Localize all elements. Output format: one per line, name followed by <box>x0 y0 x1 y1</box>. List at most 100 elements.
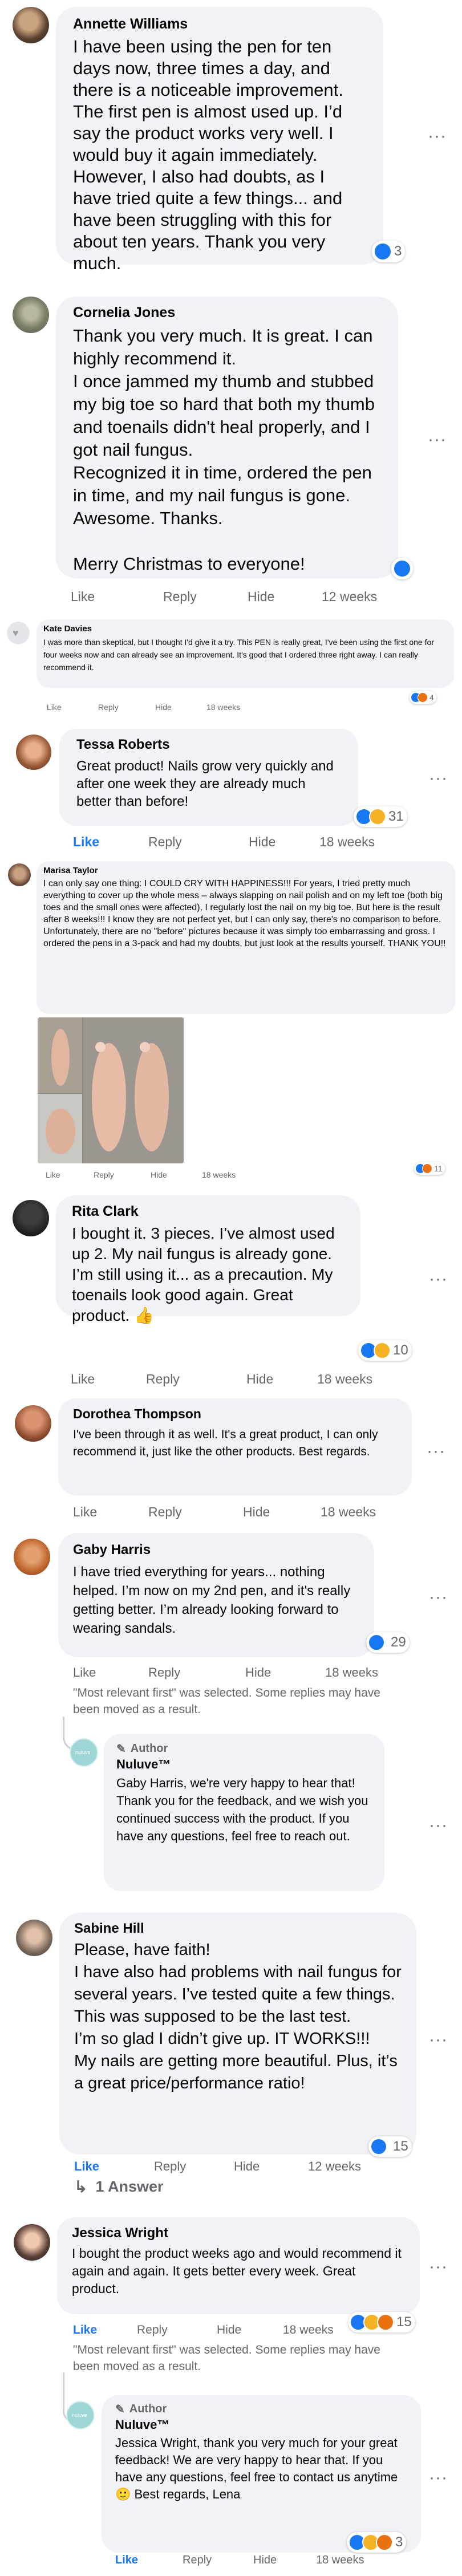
attached-photo[interactable] <box>38 1017 184 1163</box>
comment-timestamp[interactable]: 18 weeks <box>202 1170 236 1179</box>
comment-timestamp[interactable]: 18 weeks <box>316 2554 364 2567</box>
avatar[interactable] <box>15 1405 51 1442</box>
more-options-icon[interactable]: ··· <box>429 2469 448 2486</box>
avatar[interactable] <box>16 1920 52 1956</box>
view-answers-link[interactable]: ↳ 1 Answer <box>74 2177 164 2196</box>
more-options-icon[interactable]: ··· <box>429 770 448 787</box>
more-options-icon[interactable]: ··· <box>429 1271 448 1288</box>
comment-author[interactable]: Cornelia Jones <box>73 305 381 321</box>
reply-button[interactable]: Reply <box>154 2159 234 2174</box>
comment-actions: Like Reply Hide 18 weeks <box>47 703 240 712</box>
reply-button[interactable]: Reply <box>137 2323 217 2337</box>
hide-button[interactable]: Hide <box>245 1665 325 1680</box>
reply-button[interactable]: Reply <box>148 1665 245 1680</box>
hide-button[interactable]: Hide <box>243 1504 321 1520</box>
comment-bubble: Cornelia Jones Thank you very much. It i… <box>56 297 398 578</box>
reaction-summary[interactable]: 10 <box>358 1340 412 1361</box>
hide-button[interactable]: Hide <box>234 2159 308 2174</box>
avatar[interactable] <box>14 1539 50 1575</box>
comment-author[interactable]: Tessa Roberts <box>76 737 341 753</box>
hide-button[interactable]: Hide <box>253 2554 316 2567</box>
reaction-summary[interactable]: 3 <box>347 2532 407 2553</box>
comment-author[interactable]: Kate Davies <box>43 624 447 634</box>
avatar[interactable] <box>13 297 49 333</box>
nuluve-logo-avatar[interactable]: nuluve <box>70 1738 98 1767</box>
reply-button[interactable]: Reply <box>94 1170 151 1179</box>
comment-author[interactable]: Nuluve™ <box>116 1757 372 1772</box>
comment-timestamp[interactable]: 18 weeks <box>325 1665 378 1680</box>
hide-button[interactable]: Hide <box>151 1170 202 1179</box>
like-reaction-icon <box>393 559 411 578</box>
reply-button[interactable]: Reply <box>148 1504 243 1520</box>
comment-text: Please, have faith! I have also had prob… <box>74 1941 402 2092</box>
reaction-summary[interactable]: 31 <box>354 806 407 827</box>
like-button[interactable]: Like <box>73 1504 148 1520</box>
like-button[interactable]: Like <box>73 834 148 850</box>
comment-bubble: Gaby Harris I have tried everything for … <box>58 1533 374 1657</box>
pen-icon: ✎ <box>115 2403 125 2416</box>
more-options-icon[interactable]: ··· <box>428 431 447 448</box>
like-button[interactable]: Like <box>71 1372 146 1387</box>
like-button[interactable]: Like <box>71 589 163 605</box>
like-button[interactable]: Like <box>47 703 98 712</box>
hide-button[interactable]: Hide <box>155 703 206 712</box>
reaction-summary[interactable] <box>391 558 413 579</box>
comment-timestamp[interactable]: 12 weeks <box>322 589 377 605</box>
reaction-summary[interactable]: 15 <box>348 2312 415 2332</box>
comment-author[interactable]: Dorothea Thompson <box>73 1406 397 1422</box>
like-button[interactable]: Like <box>115 2554 183 2567</box>
reply-button[interactable]: Reply <box>98 703 155 712</box>
reaction-summary[interactable]: 4 <box>410 691 436 704</box>
avatar[interactable]: ♥ <box>7 622 30 644</box>
nuluve-logo-avatar[interactable]: nuluve <box>66 2401 95 2429</box>
comment-author[interactable]: Jessica Wright <box>72 2225 405 2241</box>
comment-text: I have been using the pen for ten days n… <box>73 36 343 273</box>
like-button[interactable]: Like <box>74 2159 154 2174</box>
hide-button[interactable]: Hide <box>248 589 322 605</box>
more-options-icon[interactable]: ··· <box>429 2031 448 2048</box>
avatar[interactable] <box>13 1200 49 1236</box>
like-reaction-icon <box>368 1634 385 1651</box>
comment-timestamp[interactable]: 18 weeks <box>321 1504 376 1520</box>
reaction-summary[interactable]: 15 <box>368 2136 412 2157</box>
comment-author[interactable]: Marisa Taylor <box>43 866 448 875</box>
like-button[interactable]: Like <box>73 2323 137 2337</box>
like-button[interactable]: Like <box>46 1170 94 1179</box>
more-options-icon[interactable]: ··· <box>429 1817 448 1834</box>
avatar[interactable] <box>16 735 51 770</box>
comment-author[interactable]: Sabine Hill <box>74 1921 402 1937</box>
comment-author[interactable]: Gaby Harris <box>73 1542 359 1558</box>
reaction-count: 10 <box>393 1342 408 1358</box>
more-options-icon[interactable]: ··· <box>428 128 447 145</box>
hide-button[interactable]: Hide <box>249 834 319 850</box>
comment-timestamp[interactable]: 18 weeks <box>317 1372 372 1387</box>
hide-button[interactable]: Hide <box>217 2323 283 2337</box>
comment-bubble: Dorothea Thompson I've been through it a… <box>58 1398 412 1495</box>
more-options-icon[interactable]: ··· <box>429 1589 448 1606</box>
reply-button[interactable]: Reply <box>163 589 248 605</box>
comment-author[interactable]: Annette Williams <box>73 16 366 33</box>
comment-timestamp[interactable]: 12 weeks <box>308 2159 361 2174</box>
hide-button[interactable]: Hide <box>246 1372 317 1387</box>
reaction-count: 3 <box>395 2534 403 2550</box>
avatar[interactable] <box>14 2224 50 2261</box>
comment-text: I have tried everything for years... not… <box>73 1564 351 1636</box>
more-options-icon[interactable]: ··· <box>427 1443 445 1460</box>
more-options-icon[interactable]: ··· <box>429 2258 448 2275</box>
avatar[interactable] <box>8 863 31 886</box>
reaction-summary[interactable]: 11 <box>414 1162 445 1175</box>
reaction-summary[interactable]: 3 <box>372 241 406 262</box>
reply-button[interactable]: Reply <box>148 834 249 850</box>
like-button[interactable]: Like <box>73 1665 148 1680</box>
reaction-summary[interactable]: 29 <box>366 1632 410 1653</box>
reply-button[interactable]: Reply <box>183 2554 253 2567</box>
nuluve-logo-text: nuluve <box>72 2412 87 2418</box>
reply-button[interactable]: Reply <box>146 1372 246 1387</box>
comment-author[interactable]: Rita Clark <box>72 1203 345 1220</box>
comment-timestamp[interactable]: 18 weeks <box>283 2323 334 2337</box>
comment-author[interactable]: Nuluve™ <box>115 2417 407 2432</box>
sort-note: "Most relevant first" was selected. Some… <box>73 1686 380 1716</box>
avatar[interactable] <box>13 7 49 43</box>
comment-timestamp[interactable]: 18 weeks <box>206 703 240 712</box>
comment-timestamp[interactable]: 18 weeks <box>319 834 375 850</box>
